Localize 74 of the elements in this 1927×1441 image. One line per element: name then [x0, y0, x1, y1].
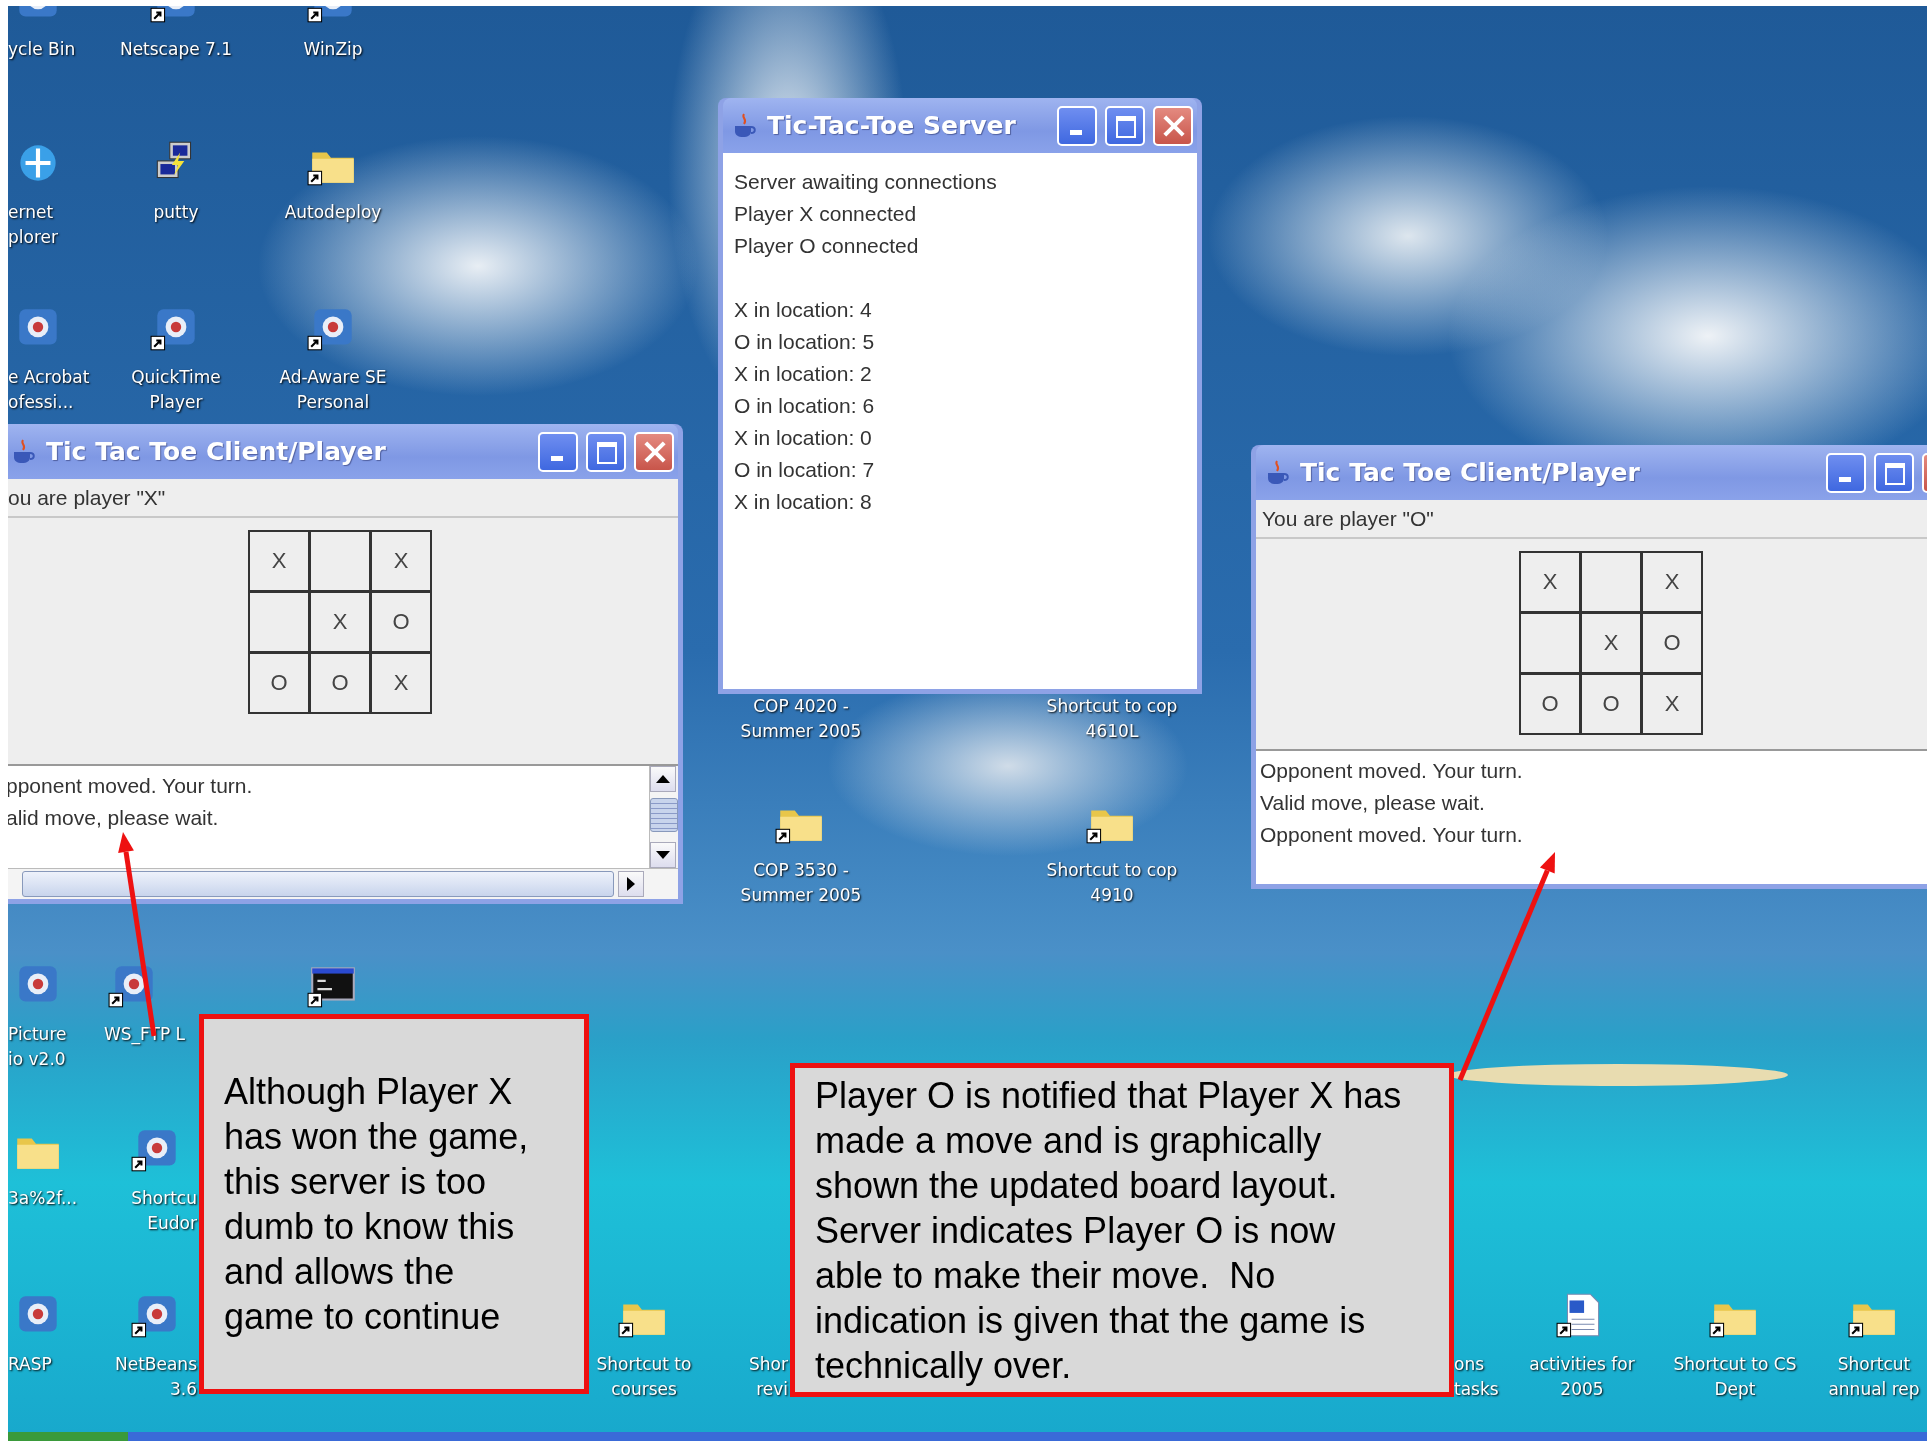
- window-title: Tic-Tac-Toe Server: [767, 111, 1017, 140]
- window-title: Tic Tac Toe Client/Player: [46, 437, 387, 466]
- maximize-button[interactable]: [586, 431, 626, 472]
- close-button[interactable]: [634, 431, 674, 472]
- player-status: You are player "O": [1262, 506, 1434, 531]
- callout-note: Player O is notified that Player X has made a move and is graphically shown the updated board layout. Server indicates Player O is now able to make their move. No indication is given that the game is technically over.: [790, 1063, 1454, 1397]
- maximize-button[interactable]: [1105, 105, 1145, 146]
- scroll-up-button[interactable]: [650, 766, 676, 792]
- scrollbar-thumb[interactable]: [22, 871, 614, 897]
- board-square[interactable]: X: [311, 593, 369, 651]
- icon-label: Shortcut annual rep: [1828, 1353, 1920, 1401]
- icon-label: QuickTime Player: [131, 366, 221, 414]
- icon-label: Ad-Aware SE Personal: [279, 366, 387, 414]
- icon-label: COP 3530 - Summer 2005: [740, 859, 862, 907]
- icon-label: Shortcut to courses: [596, 1353, 692, 1401]
- board-square[interactable]: X: [1521, 553, 1579, 611]
- icon-label: Shor revi: [749, 1353, 788, 1401]
- icon-label: 3a%2f...: [8, 1187, 78, 1210]
- board-square[interactable]: O: [250, 654, 308, 712]
- log-line: Server awaiting connections: [734, 169, 998, 195]
- icon-label: WinZip: [303, 38, 363, 61]
- board-square[interactable]: O: [1643, 614, 1701, 672]
- board-square[interactable]: X: [1582, 614, 1640, 672]
- log-line: Player X connected: [734, 201, 918, 227]
- icon-label: putty: [153, 201, 199, 224]
- icon-label: ernet plorer: [8, 201, 58, 249]
- player-status: ou are player "X": [8, 485, 166, 510]
- board-square[interactable]: X: [1643, 675, 1701, 733]
- log-line: O in location: 7: [734, 457, 876, 483]
- minimize-button[interactable]: [1826, 452, 1866, 493]
- icon-label: NetBeans 3.6: [115, 1353, 197, 1401]
- vertical-scrollbar[interactable]: [649, 766, 678, 868]
- scrollbar-thumb[interactable]: [650, 798, 678, 832]
- icon-label: Picture io v2.0: [8, 1023, 67, 1071]
- close-button[interactable]: [1153, 105, 1193, 146]
- icon-label: Netscape 7.1: [119, 38, 233, 61]
- log-line: X in location: 2: [734, 361, 873, 387]
- board-square[interactable]: O: [1582, 675, 1640, 733]
- icon-label: ycle Bin: [8, 38, 76, 61]
- minimize-button[interactable]: [538, 431, 578, 472]
- minimize-button[interactable]: [1057, 105, 1097, 146]
- board-square[interactable]: O: [311, 654, 369, 712]
- log-line: X in location: 8: [734, 489, 873, 515]
- scroll-right-button[interactable]: [618, 871, 644, 897]
- board-square[interactable]: X: [1643, 553, 1701, 611]
- icon-label: ons tasks: [1454, 1353, 1499, 1401]
- message-line: Opponent moved. Your turn.: [1260, 822, 1524, 848]
- log-line: O in location: 6: [734, 393, 876, 419]
- board-square[interactable]: O: [1521, 675, 1579, 733]
- scroll-down-button[interactable]: [650, 842, 676, 868]
- board-square[interactable]: X: [250, 532, 308, 590]
- message-line: pponent moved. Your turn.: [8, 773, 254, 799]
- log-line: Player O connected: [734, 233, 920, 259]
- board-square[interactable]: X: [372, 654, 430, 712]
- log-line: X in location: 0: [734, 425, 873, 451]
- maximize-button[interactable]: [1874, 452, 1914, 493]
- window-title: Tic Tac Toe Client/Player: [1300, 458, 1641, 487]
- icon-label: COP 4020 - Summer 2005: [740, 695, 862, 743]
- icon-label: Shortcut to cop 4610L: [1046, 695, 1178, 743]
- log-line: X in location: 4: [734, 297, 873, 323]
- message-line: Opponent moved. Your turn.: [1260, 758, 1524, 784]
- icon-label: Shortcut to CS Dept: [1673, 1353, 1797, 1401]
- message-line: Valid move, please wait.: [1260, 790, 1486, 816]
- icon-label: e Acrobat ofessi...: [8, 366, 90, 414]
- log-line: O in location: 5: [734, 329, 876, 355]
- icon-label: Shortcu Eudor: [131, 1187, 197, 1235]
- board-square[interactable]: X: [372, 532, 430, 590]
- icon-label: Autodeploy: [284, 201, 382, 224]
- callout-note: Although Player X has won the game, this server is too dumb to know this and allows the game to continue: [199, 1014, 589, 1394]
- board-square[interactable]: O: [372, 593, 430, 651]
- icon-label: Shortcut to cop 4910: [1046, 859, 1178, 907]
- icon-label: activities for 2005: [1529, 1353, 1635, 1401]
- horizontal-scrollbar[interactable]: [8, 868, 678, 899]
- icon-label: RASP: [8, 1353, 52, 1376]
